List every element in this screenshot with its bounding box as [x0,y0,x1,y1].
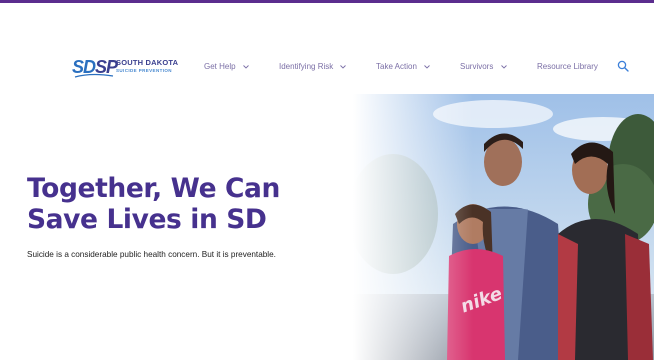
headline-line-1: Together, We Can [27,173,280,204]
sdsp-logo[interactable]: SDSP SOUTH DAKOTA SUICIDE PREVENTION [72,56,178,78]
nav-item-get-help[interactable]: Get Help [204,59,249,75]
headline-line-2: Save Lives in SD [27,204,267,235]
hero-section: nike Together, We Can Save Lives in SD S… [8,94,654,360]
nav-item-identifying-risk[interactable]: Identifying Risk [279,59,347,75]
nav-label: Survivors [460,62,494,71]
chevron-down-icon [242,65,249,69]
top-accent-bar [0,0,654,3]
nav-label: Take Action [376,62,417,71]
site-header: SDSP SOUTH DAKOTA SUICIDE PREVENTION Get… [0,40,654,92]
nav-item-resource-library[interactable]: Resource Library [537,59,598,75]
nav-item-survivors[interactable]: Survivors [460,59,507,75]
chevron-down-icon [424,65,430,69]
photo-fade-overlay [353,94,473,360]
chevron-down-icon [500,65,507,69]
logo-swoosh-icon [74,74,114,78]
nav-label: Get Help [204,62,236,71]
nav-item-take-action[interactable]: Take Action [376,59,430,75]
search-icon[interactable] [617,60,629,72]
nav-label: Resource Library [537,62,598,71]
nav-label: Identifying Risk [279,62,334,71]
hero-headline: Together, We Can Save Lives in SD [27,173,347,235]
logo-tagline-text: SUICIDE PREVENTION [116,68,172,73]
hero-subtext: Suicide is a considerable public health … [27,250,276,259]
chevron-down-icon [340,65,347,69]
logo-state-text: SOUTH DAKOTA [116,58,179,67]
